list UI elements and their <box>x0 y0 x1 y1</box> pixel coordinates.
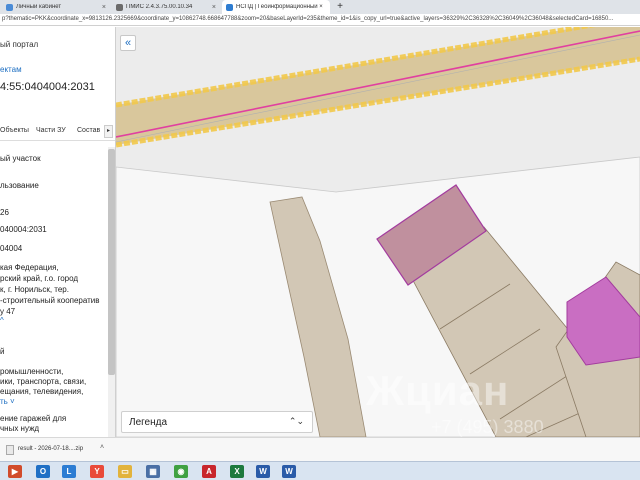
map-icon <box>226 3 233 11</box>
page-icon <box>116 3 123 11</box>
tab-title: Личный кабинет <box>16 4 62 10</box>
explorer-icon[interactable]: ▭ <box>118 465 132 478</box>
updown-arrows-icon: ⌃⌄ <box>288 416 304 426</box>
usage-line: ромышленности, <box>0 367 64 376</box>
app-icon[interactable]: ▦ <box>146 465 160 478</box>
portal-title: ый портал <box>0 40 39 49</box>
tab-title: НСПД | Геоинформационный × <box>236 4 323 10</box>
word2-icon[interactable]: W <box>282 465 296 478</box>
field-value: льзование <box>0 181 39 190</box>
lync-icon[interactable]: L <box>62 465 76 478</box>
browser-tab-cabinet[interactable]: Личный кабинет × <box>2 0 110 14</box>
outlook-icon[interactable]: O <box>36 465 50 478</box>
road-band <box>116 27 640 145</box>
taskbar: ▶ O L Y ▭ ▦ ◉ A ✉ X W W <box>0 461 640 480</box>
boundary-line-thin <box>116 34 640 143</box>
yandex-icon[interactable]: Y <box>90 465 104 478</box>
browser-tab-pmis[interactable]: ПМИС 2.4.3.75.00.10.34 × <box>112 0 220 14</box>
download-filename[interactable]: result - 2026-07-18....zip <box>18 446 83 452</box>
word-icon[interactable]: W <box>256 465 270 478</box>
excel-icon[interactable]: X <box>230 465 244 478</box>
usage-line: ики, транспорта, связи, <box>0 377 87 386</box>
legend-label: Легенда <box>129 417 168 428</box>
address-line: рский край, г.о. город <box>0 274 79 283</box>
browser-tab-nspd[interactable]: НСПД | Геоинформационный × <box>222 0 330 14</box>
boundary-line <box>116 30 640 138</box>
tab-parts[interactable]: Части ЗУ <box>36 127 66 134</box>
back-to-objects-link[interactable]: ектам <box>0 65 22 74</box>
field-value: ый участок <box>0 154 41 163</box>
browser-tab-strip: Личный кабинет × ПМИС 2.4.3.75.00.10.34 … <box>0 0 640 14</box>
download-bar: result - 2026-07-18....zip ˄ <box>0 437 640 461</box>
start-icon[interactable]: ▶ <box>8 465 22 478</box>
watermark-phone: +7 (495) 3880 <box>431 417 544 437</box>
info-panel: ый портал ектам 4:55:0404004:2031 Объект… <box>0 27 116 437</box>
field-value: 26 <box>0 208 9 217</box>
close-icon[interactable]: × <box>212 4 216 11</box>
collapse-panel-icon[interactable]: « <box>120 35 136 51</box>
cadastral-number: 4:55:0404004:2031 <box>0 81 95 93</box>
globe-icon <box>6 3 13 11</box>
field-value: 04004 <box>0 244 23 253</box>
tab-title: ПМИС 2.4.3.75.00.10.34 <box>126 4 193 10</box>
legend-select[interactable]: Легенда ⌃⌄ <box>121 411 313 433</box>
usage-line: чных нужд <box>0 424 40 433</box>
new-tab-button[interactable]: + <box>334 1 346 13</box>
chevron-up-icon[interactable]: ˄ <box>100 444 104 451</box>
chrome-icon[interactable]: ◉ <box>174 465 188 478</box>
panel-scrollbar-thumb[interactable] <box>108 149 115 375</box>
address-bar[interactable]: p?thematic=PKK&coordinate_x=9813126.2325… <box>0 14 640 26</box>
panel-tabs: Объекты Части ЗУ Состав ▸ <box>0 123 115 141</box>
close-icon[interactable]: × <box>102 4 106 11</box>
zip-file-icon <box>6 445 14 455</box>
tabs-scroll-right-icon[interactable]: ▸ <box>104 125 113 138</box>
map-view[interactable]: Жциан +7 (495) 3880 « Легенда ⌃⌄ <box>116 27 640 437</box>
watermark: Жциан <box>366 367 510 414</box>
expand-address-icon[interactable]: ^ <box>0 316 4 325</box>
tab-objects[interactable]: Объекты <box>0 127 29 134</box>
tab-composition[interactable]: Состав <box>77 127 100 134</box>
url-text[interactable]: p?thematic=PKK&coordinate_x=9813126.2325… <box>2 15 638 24</box>
acrobat-icon[interactable]: A <box>202 465 216 478</box>
address-line: кая Федерация, <box>0 263 59 272</box>
show-more-link[interactable]: ть ˅ <box>0 397 15 406</box>
usage-line: ение гаражей для <box>0 414 67 423</box>
field-value: й <box>0 347 5 356</box>
field-value: 040004:2031 <box>0 225 47 234</box>
address-line: к, г. Норильск, тер. <box>0 285 69 294</box>
address-line: -строительный кооператив <box>0 296 100 305</box>
usage-line: ещания, телевидения, <box>0 387 84 396</box>
